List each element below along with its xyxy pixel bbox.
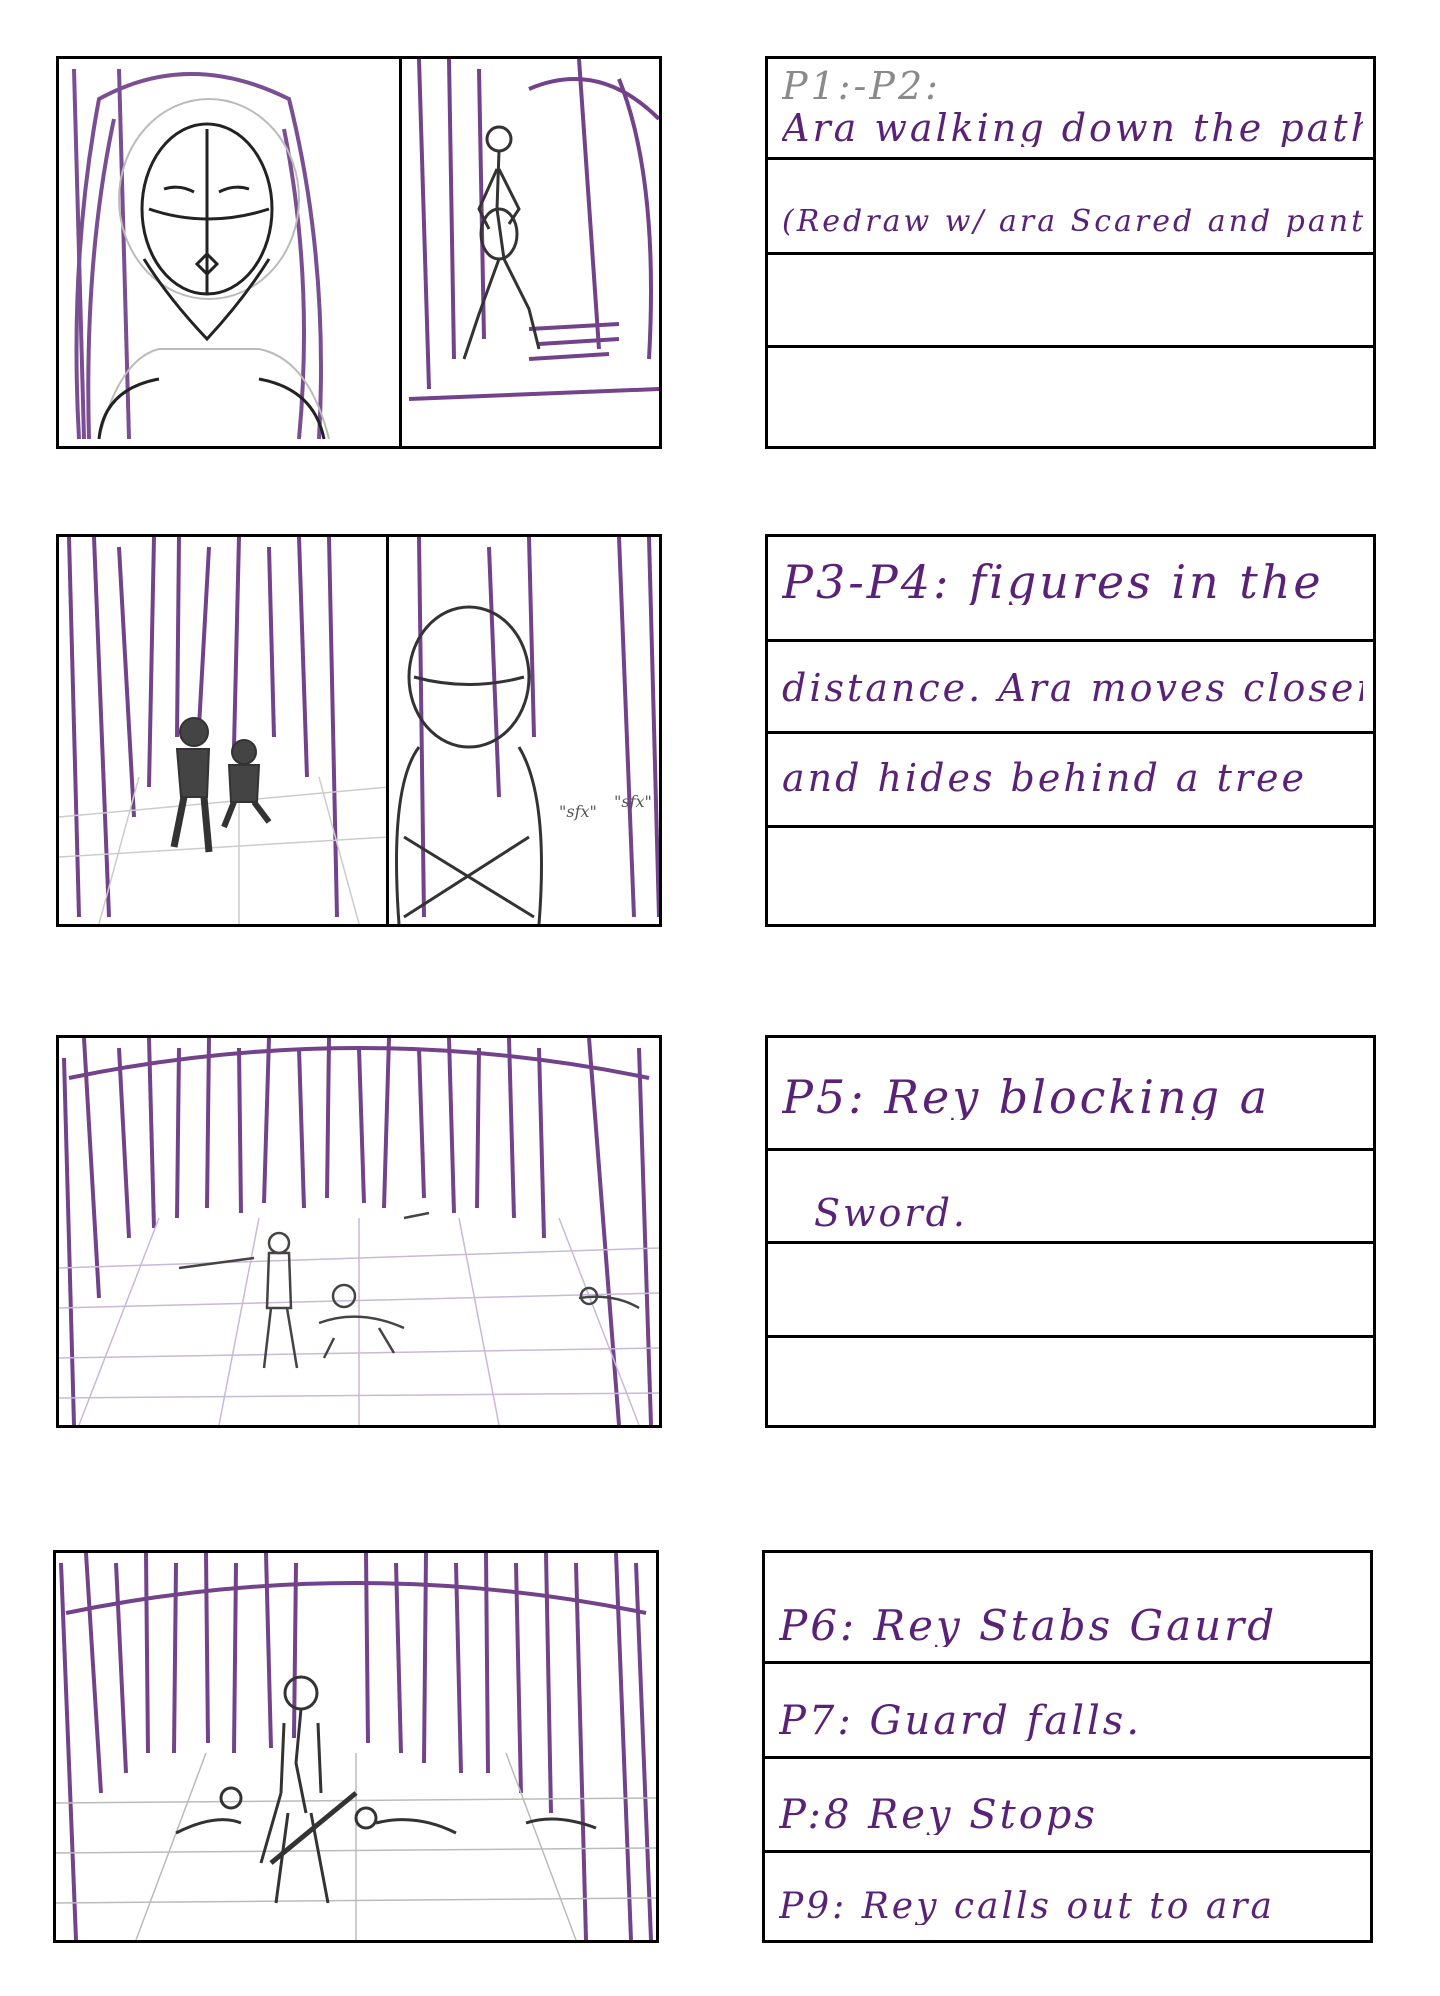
note-rule — [768, 1148, 1373, 1151]
note-line-text: Ara walking down the path — [782, 109, 1363, 147]
sketch-illustration-4 — [56, 1553, 656, 1940]
note-line-text: P1:-P2: — [782, 67, 941, 105]
storyboard-row-4: P6: Rey Stabs Gaurd P7: Guard falls. P:8… — [0, 1550, 1440, 1950]
storyboard-row-3: P5: Rey blocking a Sword. — [0, 1035, 1440, 1435]
sketch-illustration-2: "sfx" "sfx" — [59, 537, 659, 924]
note-rule — [765, 1661, 1370, 1664]
storyboard-row-2: "sfx" "sfx" P3-P4: figures in the distan… — [0, 534, 1440, 934]
sketch-frame-1 — [56, 56, 662, 449]
note-line-text: P5: Rey blocking a — [782, 1074, 1271, 1120]
sfx-label: "sfx" — [559, 802, 597, 821]
note-line-text: P6: Rey Stabs Gaurd — [779, 1605, 1278, 1647]
note-rule — [768, 731, 1373, 734]
sketch-frame-4 — [53, 1550, 659, 1943]
storyboard-row-1: P1:-P2: Ara walking down the path (Redra… — [0, 56, 1440, 456]
note-line-text: P3-P4: figures in the — [782, 559, 1324, 605]
note-rule — [768, 345, 1373, 348]
sketch-illustration-1 — [72, 59, 659, 446]
note-rule — [768, 1335, 1373, 1338]
note-line-text: P7: Guard falls. — [779, 1701, 1143, 1741]
note-rule — [768, 639, 1373, 642]
note-rule — [768, 252, 1373, 255]
notes-box-4: P6: Rey Stabs Gaurd P7: Guard falls. P:8… — [762, 1550, 1373, 1943]
note-line-text: distance. Ara moves closer — [782, 669, 1363, 707]
note-rule — [765, 1850, 1370, 1853]
note-line-text: P9: Rey calls out to ara — [779, 1889, 1275, 1925]
notes-box-1: P1:-P2: Ara walking down the path (Redra… — [765, 56, 1376, 449]
note-line-text: Sword. — [814, 1194, 969, 1232]
sketch-frame-3 — [56, 1035, 662, 1428]
sfx-label: "sfx" — [614, 792, 652, 811]
note-rule — [765, 1756, 1370, 1759]
sketch-frame-2: "sfx" "sfx" — [56, 534, 662, 927]
note-rule — [768, 157, 1373, 160]
note-line-text: (Redraw w/ ara Scared and panting) — [782, 207, 1363, 237]
notes-box-3: P5: Rey blocking a Sword. — [765, 1035, 1376, 1428]
note-rule — [768, 825, 1373, 828]
note-rule — [768, 1241, 1373, 1244]
note-line-text: P:8 Rey Stops — [779, 1795, 1098, 1835]
notes-box-2: P3-P4: figures in the distance. Ara move… — [765, 534, 1376, 927]
note-line-text: and hides behind a tree — [782, 759, 1308, 797]
sketch-illustration-3 — [59, 1038, 659, 1425]
storyboard-sheet: P1:-P2: Ara walking down the path (Redra… — [0, 0, 1440, 1996]
